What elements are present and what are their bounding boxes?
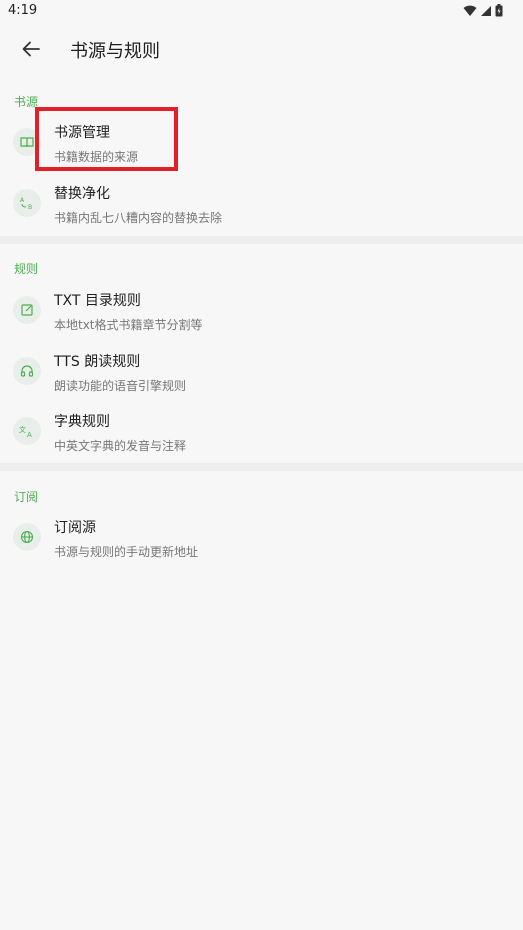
edit-icon	[13, 296, 41, 324]
status-icons	[463, 4, 503, 17]
item-subscribe-source[interactable]: 订阅源 书源与规则的手动更新地址	[0, 509, 523, 569]
wifi-icon	[463, 5, 477, 16]
item-source-manage[interactable]: 书源管理 书籍数据的来源	[0, 114, 523, 174]
book-icon	[13, 128, 41, 156]
item-subtitle: 书籍内乱七八糟内容的替换去除	[54, 211, 223, 225]
app-bar: 书源与规则	[0, 24, 523, 74]
battery-icon	[495, 4, 503, 17]
svg-text:A: A	[20, 197, 25, 204]
item-subtitle: 朗读功能的语音引擎规则	[54, 379, 187, 393]
svg-text:B: B	[28, 204, 32, 211]
signal-icon	[481, 5, 491, 16]
svg-text:文: 文	[19, 425, 26, 434]
back-button[interactable]	[14, 32, 48, 66]
section-header-source: 书源	[14, 95, 39, 109]
section-divider	[0, 463, 523, 471]
item-title: 字典规则	[54, 414, 110, 430]
headphones-icon	[13, 357, 41, 385]
page-title: 书源与规则	[70, 41, 160, 62]
item-subtitle: 书源与规则的手动更新地址	[54, 545, 199, 559]
translate-icon: 文A	[13, 417, 41, 445]
item-subtitle: 中英文字典的发音与注释	[54, 439, 187, 453]
item-txt-toc-rules[interactable]: TXT 目录规则 本地txt格式书籍章节分割等	[0, 282, 523, 342]
section-header-subscribe: 订阅	[14, 490, 39, 504]
replace-icon: AB	[13, 189, 41, 217]
item-tts-rules[interactable]: TTS 朗读规则 朗读功能的语音引擎规则	[0, 343, 523, 403]
section-header-rules: 规则	[14, 262, 39, 276]
section-divider	[0, 236, 523, 244]
item-title: 订阅源	[54, 520, 96, 536]
item-title: TTS 朗读规则	[54, 354, 141, 370]
item-title: TXT 目录规则	[54, 293, 141, 309]
item-subtitle: 书籍数据的来源	[54, 150, 139, 164]
item-replace-purify[interactable]: AB 替换净化 书籍内乱七八糟内容的替换去除	[0, 175, 523, 235]
item-title: 替换净化	[54, 186, 110, 202]
item-title: 书源管理	[54, 125, 110, 141]
item-dict-rules[interactable]: 文A 字典规则 中英文字典的发音与注释	[0, 403, 523, 463]
item-subtitle: 本地txt格式书籍章节分割等	[54, 318, 203, 332]
svg-text:A: A	[27, 431, 32, 438]
globe-icon	[13, 523, 41, 551]
status-bar: 4:19	[0, 0, 523, 24]
status-time: 4:19	[8, 3, 38, 18]
arrow-left-icon	[22, 41, 40, 57]
